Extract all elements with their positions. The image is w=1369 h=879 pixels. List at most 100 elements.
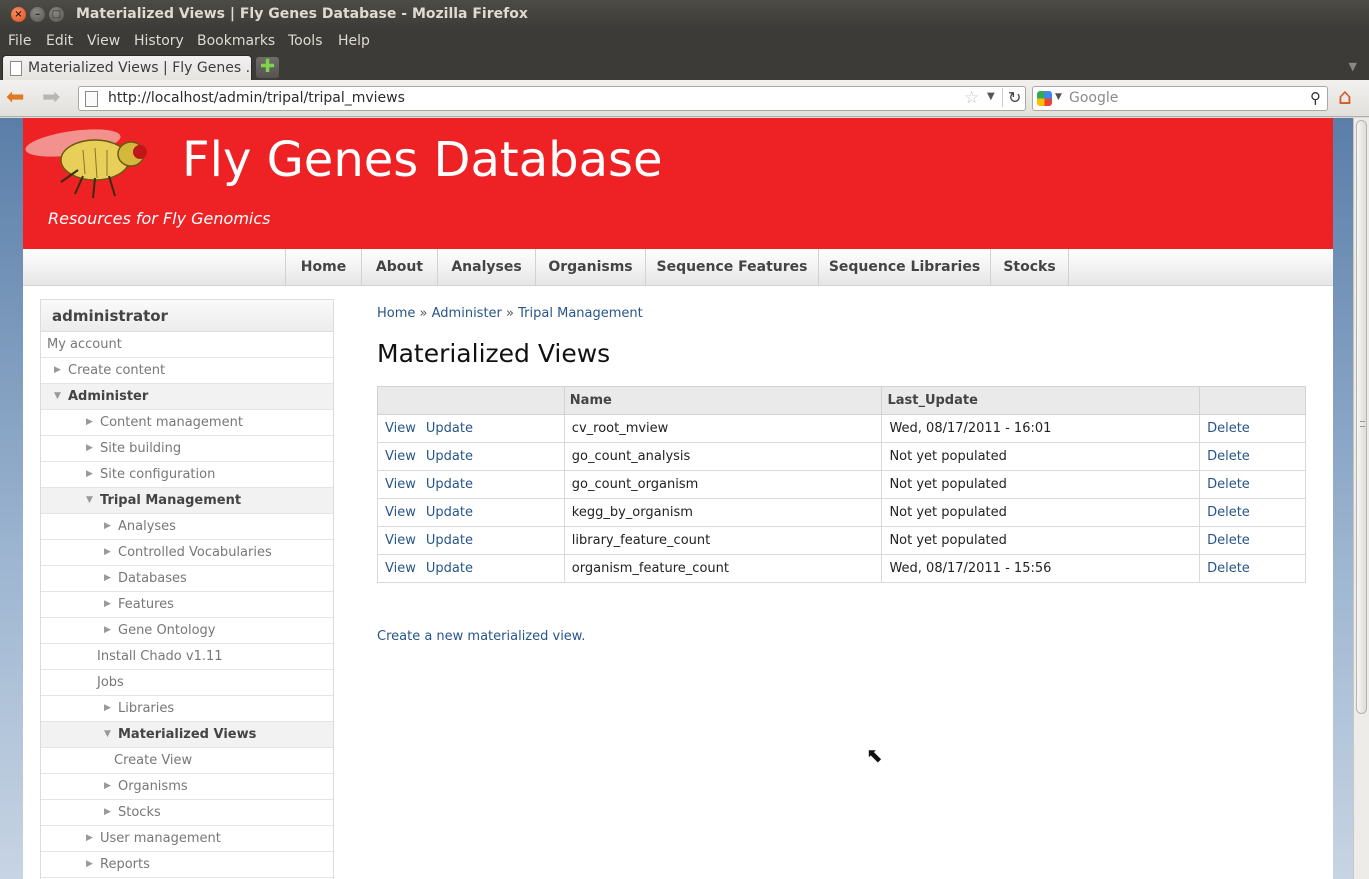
delete-cell: Delete xyxy=(1199,526,1306,555)
view-link[interactable]: View xyxy=(385,505,416,520)
delete-link[interactable]: Delete xyxy=(1207,477,1250,492)
nav-stocks[interactable]: Stocks xyxy=(990,249,1069,286)
view-link[interactable]: View xyxy=(385,449,416,464)
nav-analyses[interactable]: Analyses xyxy=(437,249,535,286)
expanded-arrow-icon: ▼ xyxy=(104,729,111,739)
sidebar-item-user-management[interactable]: ▶ User management xyxy=(41,826,333,852)
expanded-arrow-icon: ▼ xyxy=(54,391,61,401)
sidebar-item-stocks[interactable]: ▶ Stocks xyxy=(41,800,333,826)
search-bar[interactable]: ▼ Google ⚲ xyxy=(1032,86,1328,111)
tab-list-icon[interactable]: ▼ xyxy=(1349,60,1357,73)
sidebar-item-analyses[interactable]: ▶ Analyses xyxy=(41,514,333,540)
menu-tools[interactable]: Tools xyxy=(288,33,323,49)
sidebar-item-create-view[interactable]: Create View xyxy=(41,748,333,774)
view-link[interactable]: View xyxy=(385,421,416,436)
sidebar-item-databases[interactable]: ▶ Databases xyxy=(41,566,333,592)
delete-link[interactable]: Delete xyxy=(1207,533,1250,548)
menu-file[interactable]: File xyxy=(8,33,31,49)
sidebar-item-label: Databases xyxy=(118,571,187,586)
nav-sequence-features[interactable]: Sequence Features xyxy=(645,249,818,286)
column-header-name[interactable]: Name xyxy=(563,386,883,415)
sidebar-item-gene-ontology[interactable]: ▶ Gene Ontology xyxy=(41,618,333,644)
forward-icon[interactable]: ➡ xyxy=(42,87,60,109)
sidebar-item-libraries[interactable]: ▶ Libraries xyxy=(41,696,333,722)
update-link[interactable]: Update xyxy=(426,477,473,492)
back-icon[interactable]: ⬅ xyxy=(6,87,24,109)
history-dropdown-icon[interactable]: ▼ xyxy=(987,91,995,102)
url-text[interactable]: http://localhost/admin/tripal/tripal_mvi… xyxy=(108,90,405,106)
sidebar-item-features[interactable]: ▶ Features xyxy=(41,592,333,618)
sidebar-item-site-building[interactable]: ▶ Site building xyxy=(41,436,333,462)
sidebar-item-controlled-vocabularies[interactable]: ▶ Controlled Vocabularies xyxy=(41,540,333,566)
nav-about[interactable]: About xyxy=(361,249,437,286)
actions-cell: View Update xyxy=(377,470,565,499)
sidebar-item-site-configuration[interactable]: ▶ Site configuration xyxy=(41,462,333,488)
search-icon[interactable]: ⚲ xyxy=(1310,89,1321,107)
sidebar-item-my-account[interactable]: My account xyxy=(41,332,333,358)
scrollbar-thumb[interactable] xyxy=(1356,120,1367,714)
column-header-actions xyxy=(377,386,565,415)
google-icon[interactable] xyxy=(1037,91,1052,106)
home-icon[interactable]: ⌂ xyxy=(1338,85,1352,110)
site-name[interactable]: Fly Genes Database xyxy=(182,132,663,188)
url-bar[interactable]: http://localhost/admin/tripal/tripal_mvi… xyxy=(78,86,1026,111)
vertical-scrollbar[interactable] xyxy=(1353,118,1369,879)
star-icon[interactable]: ☆ xyxy=(964,88,979,108)
update-link[interactable]: Update xyxy=(426,561,473,576)
column-header-last-update[interactable]: Last_Update xyxy=(881,386,1201,415)
update-link[interactable]: Update xyxy=(426,421,473,436)
view-name-cell: go_count_analysis xyxy=(563,442,882,471)
nav-organisms[interactable]: Organisms xyxy=(535,249,645,286)
close-window-button[interactable]: × xyxy=(11,7,26,22)
nav-home[interactable]: Home xyxy=(285,249,361,286)
window-titlebar: × – □ Materialized Views | Fly Genes Dat… xyxy=(0,0,1369,30)
nav-sequence-libraries[interactable]: Sequence Libraries xyxy=(818,249,990,286)
create-view-link[interactable]: Create a new materialized view. xyxy=(377,629,585,644)
sidebar-item-label: Site configuration xyxy=(100,467,216,482)
sidebar-item-materialized-views[interactable]: ▼ Materialized Views xyxy=(41,722,333,748)
menu-help[interactable]: Help xyxy=(338,33,370,49)
sidebar-item-label: Create View xyxy=(114,753,193,768)
reload-icon[interactable]: ↻ xyxy=(1002,88,1021,107)
sidebar-item-install-chado-v1-11[interactable]: Install Chado v1.11 xyxy=(41,644,333,670)
menu-bookmarks[interactable]: Bookmarks xyxy=(197,33,275,49)
update-link[interactable]: Update xyxy=(426,505,473,520)
view-link[interactable]: View xyxy=(385,533,416,548)
breadcrumb-tripal-management[interactable]: Tripal Management xyxy=(518,306,643,321)
menu-history[interactable]: History xyxy=(134,33,184,49)
sidebar-item-label: Controlled Vocabularies xyxy=(118,545,272,560)
maximize-window-button[interactable]: □ xyxy=(49,7,64,22)
breadcrumb-home[interactable]: Home xyxy=(377,306,415,321)
admin-sidebar: administrator My account ▶ Create content ▼… xyxy=(40,299,334,879)
sidebar-item-jobs[interactable]: Jobs xyxy=(41,670,333,696)
new-tab-button[interactable]: ✚ xyxy=(256,57,279,78)
view-link[interactable]: View xyxy=(385,477,416,492)
sidebar-item-label: Features xyxy=(118,597,174,612)
update-link[interactable]: Update xyxy=(426,533,473,548)
sidebar-item-label: My account xyxy=(47,337,122,352)
delete-link[interactable]: Delete xyxy=(1207,449,1250,464)
last-update-cell: Not yet populated xyxy=(881,526,1200,555)
search-engine-dropdown-icon[interactable]: ▼ xyxy=(1055,92,1062,102)
menu-view[interactable]: View xyxy=(87,33,120,49)
menu-edit[interactable]: Edit xyxy=(46,33,73,49)
delete-link[interactable]: Delete xyxy=(1207,505,1250,520)
search-input[interactable]: Google xyxy=(1069,90,1118,106)
update-link[interactable]: Update xyxy=(426,449,473,464)
sidebar-item-reports[interactable]: ▶ Reports xyxy=(41,852,333,878)
page-icon xyxy=(10,61,22,76)
fly-logo[interactable] xyxy=(23,118,163,200)
view-link[interactable]: View xyxy=(385,561,416,576)
sidebar-item-create-content[interactable]: ▶ Create content xyxy=(41,358,333,384)
minimize-window-button[interactable]: – xyxy=(30,7,45,22)
sidebar-item-content-management[interactable]: ▶ Content management xyxy=(41,410,333,436)
sidebar-item-tripal-management[interactable]: ▼ Tripal Management xyxy=(41,488,333,514)
tab-materialized-views[interactable]: Materialized Views | Fly Genes ... xyxy=(2,55,252,80)
delete-link[interactable]: Delete xyxy=(1207,421,1250,436)
delete-link[interactable]: Delete xyxy=(1207,561,1250,576)
collapsed-arrow-icon: ▶ xyxy=(86,469,93,479)
sidebar-item-administer[interactable]: ▼ Administer xyxy=(41,384,333,410)
collapsed-arrow-icon: ▶ xyxy=(104,703,111,713)
breadcrumb-administer[interactable]: Administer xyxy=(432,306,502,321)
sidebar-item-organisms[interactable]: ▶ Organisms xyxy=(41,774,333,800)
